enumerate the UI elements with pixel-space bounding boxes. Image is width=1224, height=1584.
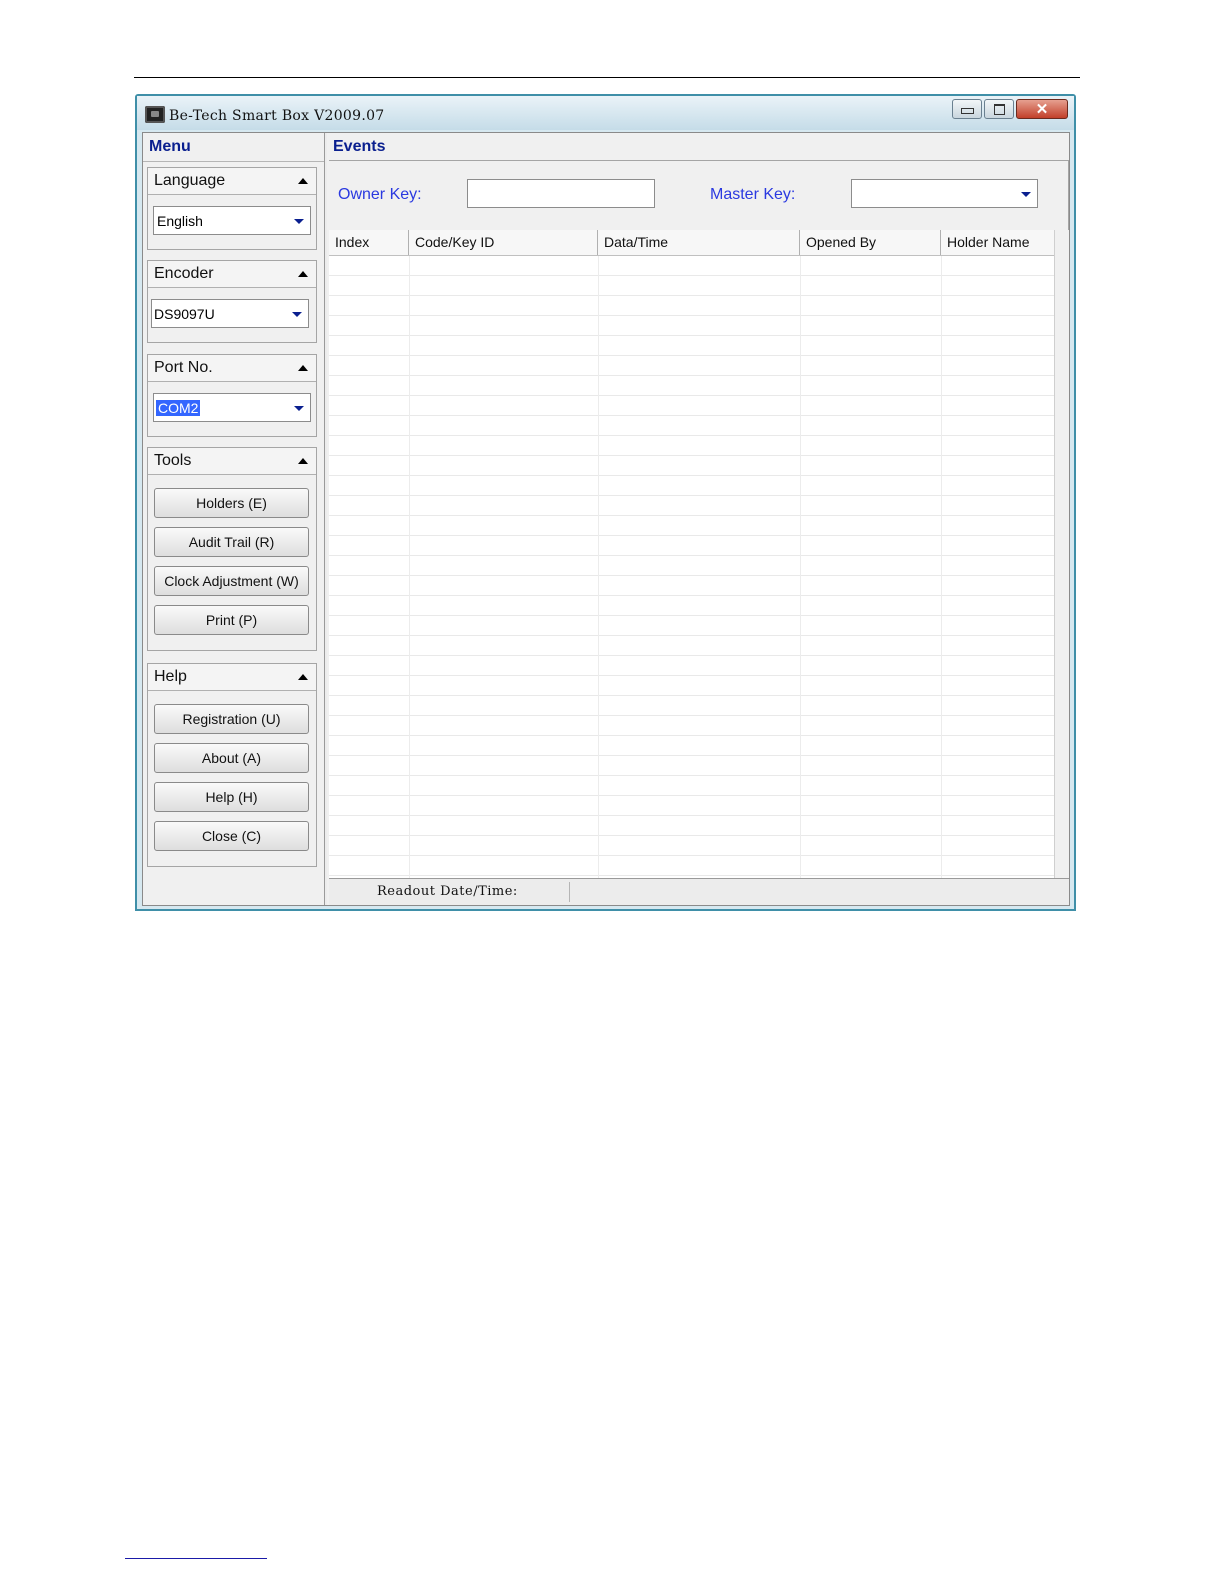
collapse-icon bbox=[298, 365, 308, 371]
help-button[interactable]: Help (H) bbox=[154, 782, 309, 812]
close-window-button[interactable]: ✕ bbox=[1016, 99, 1068, 119]
column-divider bbox=[800, 256, 801, 880]
readout-datetime-label: Readout Date/Time: bbox=[377, 884, 518, 899]
owner-key-label: Owner Key: bbox=[338, 186, 422, 203]
owner-key-input[interactable] bbox=[467, 179, 655, 208]
tools-label: Tools bbox=[154, 452, 192, 469]
maximize-icon bbox=[993, 103, 1005, 115]
tools-group: Tools Holders (E) Audit Trail (R) Clock … bbox=[147, 447, 317, 651]
events-pane: Events Owner Key: Master Key: Index Code… bbox=[327, 133, 1069, 905]
column-divider bbox=[598, 256, 599, 880]
collapse-icon bbox=[298, 458, 308, 464]
audit-trail-button[interactable]: Audit Trail (R) bbox=[154, 527, 309, 557]
help-group-header[interactable]: Help bbox=[148, 664, 316, 691]
port-label: Port No. bbox=[154, 359, 213, 376]
chevron-down-icon[interactable] bbox=[290, 396, 308, 419]
language-value: English bbox=[157, 213, 203, 229]
footnote-rule bbox=[125, 1558, 267, 1559]
encoder-label: Encoder bbox=[154, 265, 214, 282]
close-button[interactable]: Close (C) bbox=[154, 821, 309, 851]
maximize-button[interactable] bbox=[984, 99, 1014, 119]
language-group: Language English bbox=[147, 167, 317, 250]
encoder-group: Encoder DS9097U bbox=[147, 260, 317, 343]
events-table[interactable]: Index Code/Key ID Data/Time Opened By Ho… bbox=[329, 230, 1055, 880]
about-button[interactable]: About (A) bbox=[154, 743, 309, 773]
clock-adjustment-button[interactable]: Clock Adjustment (W) bbox=[154, 566, 309, 596]
encoder-select[interactable]: DS9097U bbox=[151, 299, 309, 328]
master-key-label: Master Key: bbox=[710, 186, 796, 203]
status-divider bbox=[569, 882, 570, 902]
key-filter-bar: Owner Key: Master Key: bbox=[329, 160, 1069, 232]
column-header-index[interactable]: Index bbox=[329, 230, 409, 255]
print-button[interactable]: Print (P) bbox=[154, 605, 309, 635]
chevron-down-icon[interactable] bbox=[288, 302, 306, 325]
status-bar: Readout Date/Time: bbox=[329, 878, 1069, 905]
port-select[interactable]: COM2 bbox=[153, 393, 311, 422]
collapse-icon bbox=[298, 271, 308, 277]
registration-button[interactable]: Registration (U) bbox=[154, 704, 309, 734]
column-header-data-time[interactable]: Data/Time bbox=[598, 230, 800, 255]
window-title: Be-Tech Smart Box V2009.07 bbox=[169, 108, 385, 124]
collapse-icon bbox=[298, 674, 308, 680]
column-header-holder-name[interactable]: Holder Name bbox=[941, 230, 1055, 255]
minimize-button[interactable] bbox=[952, 99, 982, 119]
encoder-value: DS9097U bbox=[154, 306, 215, 322]
menu-pane: Menu Language English Encoder DS9097U Po… bbox=[143, 133, 325, 905]
app-window: Be-Tech Smart Box V2009.07 ✕ Menu Langua… bbox=[135, 94, 1076, 911]
collapse-icon bbox=[298, 178, 308, 184]
language-select[interactable]: English bbox=[153, 206, 311, 235]
minimize-icon bbox=[960, 108, 974, 114]
table-header: Index Code/Key ID Data/Time Opened By Ho… bbox=[329, 230, 1055, 256]
column-divider bbox=[409, 256, 410, 880]
column-divider bbox=[941, 256, 942, 880]
help-label: Help bbox=[154, 668, 187, 685]
column-header-code-key-id[interactable]: Code/Key ID bbox=[409, 230, 598, 255]
menu-title: Menu bbox=[143, 133, 324, 162]
holders-button[interactable]: Holders (E) bbox=[154, 488, 309, 518]
app-icon bbox=[145, 106, 165, 123]
port-group-header[interactable]: Port No. bbox=[148, 355, 316, 382]
page-header-rule bbox=[134, 77, 1080, 78]
close-icon: ✕ bbox=[1035, 101, 1049, 118]
events-title: Events bbox=[333, 138, 386, 155]
master-key-select[interactable] bbox=[851, 179, 1038, 208]
language-label: Language bbox=[154, 172, 226, 189]
tools-group-header[interactable]: Tools bbox=[148, 448, 316, 475]
port-value: COM2 bbox=[156, 400, 201, 416]
table-body bbox=[329, 256, 1055, 880]
chevron-down-icon[interactable] bbox=[1017, 182, 1035, 205]
help-group: Help Registration (U) About (A) Help (H)… bbox=[147, 663, 317, 867]
table-scroll-edge bbox=[1054, 230, 1069, 880]
chevron-down-icon[interactable] bbox=[290, 209, 308, 232]
client-area: Menu Language English Encoder DS9097U Po… bbox=[142, 132, 1070, 906]
title-bar[interactable]: Be-Tech Smart Box V2009.07 ✕ bbox=[137, 96, 1074, 130]
encoder-group-header[interactable]: Encoder bbox=[148, 261, 316, 288]
language-group-header[interactable]: Language bbox=[148, 168, 316, 195]
column-header-opened-by[interactable]: Opened By bbox=[800, 230, 941, 255]
port-group: Port No. COM2 bbox=[147, 354, 317, 437]
